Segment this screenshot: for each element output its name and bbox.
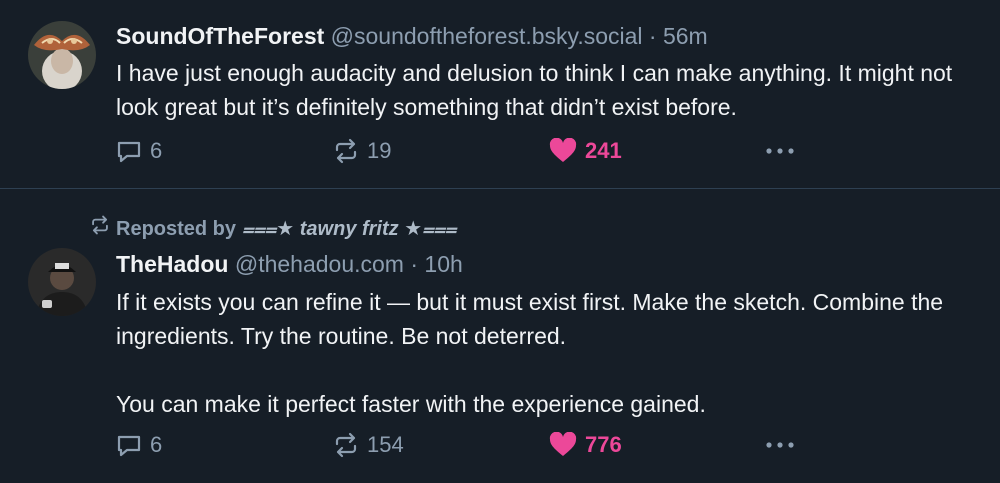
repost-by[interactable]: ⩶★ tawny fritz ★⩶ bbox=[242, 216, 456, 242]
repost-indicator[interactable]: Reposted by ⩶★ tawny fritz ★⩶ bbox=[90, 215, 456, 242]
like-button[interactable]: 776 bbox=[549, 430, 622, 460]
like-count: 776 bbox=[585, 432, 622, 457]
more-options-button[interactable] bbox=[764, 430, 796, 460]
post-text: If it exists you can refine it — but it … bbox=[116, 285, 976, 421]
author-name[interactable]: TheHadou bbox=[116, 251, 228, 277]
heart-icon bbox=[549, 432, 577, 458]
avatar[interactable] bbox=[28, 248, 96, 316]
reply-icon bbox=[116, 432, 142, 458]
reply-button[interactable]: 6 bbox=[116, 430, 162, 460]
repost-icon bbox=[333, 432, 359, 458]
post-time[interactable]: · 10h bbox=[410, 251, 462, 277]
repost-label: Reposted by bbox=[116, 217, 237, 240]
post-text-paragraph: If it exists you can refine it — but it … bbox=[116, 289, 944, 349]
repost-icon bbox=[90, 215, 110, 242]
author-handle[interactable]: @thehadou.com bbox=[235, 251, 404, 277]
post-header: TheHadou @thehadou.com · 10h bbox=[116, 250, 463, 278]
more-icon bbox=[764, 440, 796, 450]
repost-count: 154 bbox=[367, 432, 404, 457]
post[interactable]: Reposted by ⩶★ tawny fritz ★⩶ TheHadou @… bbox=[0, 0, 1000, 483]
post-text-paragraph: You can make it perfect faster with the … bbox=[116, 391, 706, 417]
reply-count: 6 bbox=[150, 432, 163, 457]
repost-button[interactable]: 154 bbox=[333, 430, 404, 460]
